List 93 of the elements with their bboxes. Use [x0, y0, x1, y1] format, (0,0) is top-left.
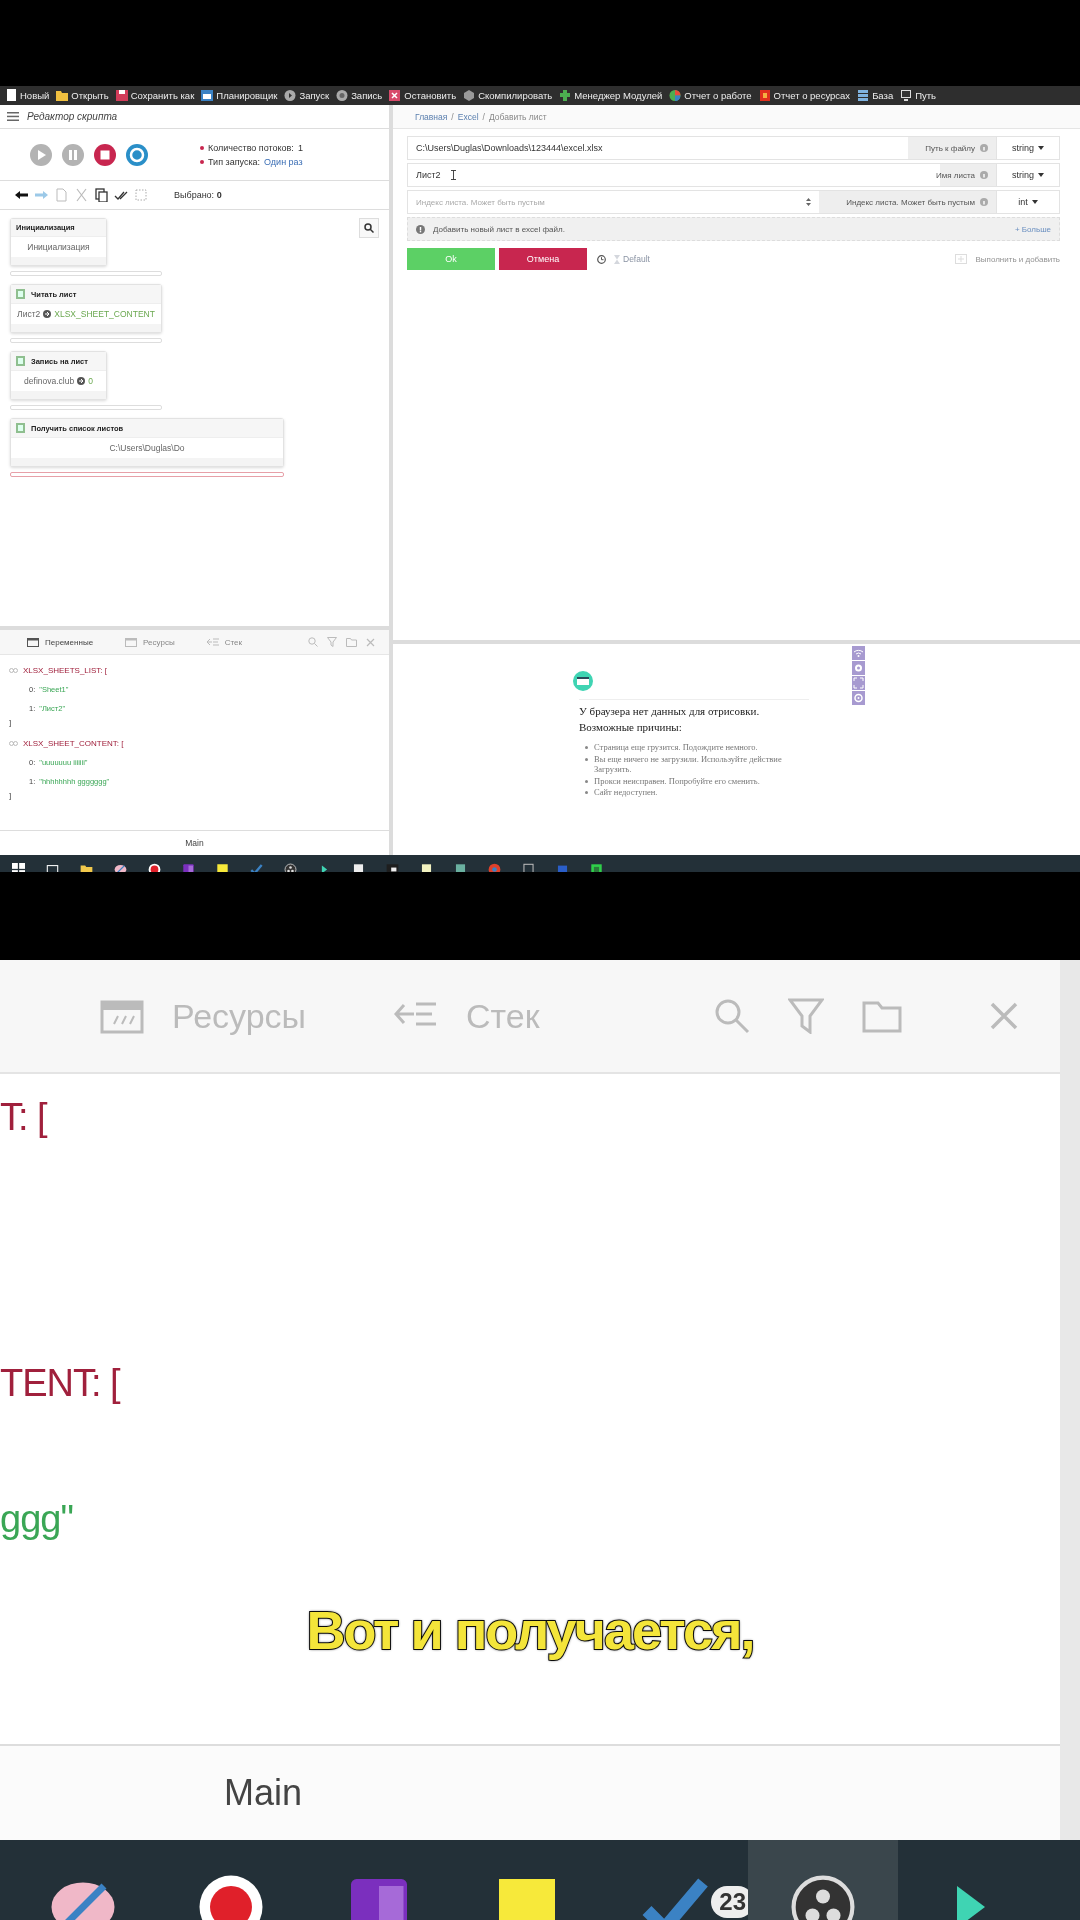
bullet-icon: [585, 779, 588, 783]
database-icon: [857, 89, 870, 102]
closing-bracket: ]: [9, 791, 13, 802]
record-icon: [853, 662, 864, 674]
cube-icon: [463, 89, 476, 102]
breadcrumb-link[interactable]: Excel: [457, 111, 479, 122]
breadcrumb-current: Добавить лист: [488, 111, 547, 122]
toolbar-button[interactable]: Скомпилировать: [463, 89, 553, 102]
document-icon: [5, 89, 17, 102]
fullscreen-icon: [853, 677, 864, 689]
pause-button-icon[interactable]: [62, 143, 84, 166]
folder-icon: [56, 89, 69, 102]
info-text: Добавить новый лист в excel файл.: [433, 224, 565, 234]
toolbar-button[interactable]: Отчет о работе: [669, 89, 752, 102]
arrow-circle-icon: [77, 377, 86, 385]
subtitle-caption: Вот и получается,: [305, 1599, 755, 1661]
side-tool-button[interactable]: [852, 661, 865, 675]
bullet-icon: [200, 145, 204, 150]
toolbar-button[interactable]: Открыть: [56, 89, 109, 102]
bullet-icon: [585, 791, 588, 794]
message-subtitle: Возможные причины:: [579, 721, 683, 733]
menu-icon[interactable]: [7, 112, 19, 121]
side-tool-button[interactable]: [852, 691, 865, 705]
toolbar-button[interactable]: Путь: [900, 89, 937, 102]
record-icon: [336, 89, 349, 102]
undo-icon[interactable]: [14, 188, 28, 202]
toolbar-button[interactable]: База: [857, 89, 894, 102]
arrow-circle-icon: [43, 310, 52, 318]
item-value: ggg": [0, 1498, 73, 1541]
node-text: C:\Users\Duglas\Do: [109, 443, 185, 453]
breadcrumb-separator: /: [451, 111, 454, 122]
stat-label: Количество потоков:: [208, 142, 294, 153]
puzzle-icon: [559, 89, 572, 102]
stop-button-icon[interactable]: [94, 143, 116, 166]
play-button-icon[interactable]: [30, 143, 52, 166]
reason-text: Страница еще грузится. Подождите немного.: [594, 742, 758, 753]
bullet-icon: [200, 159, 204, 164]
node-text: Инициализация: [27, 242, 90, 252]
monitor-icon: [900, 89, 913, 102]
bullet-icon: [585, 757, 588, 761]
play-icon: [284, 89, 297, 102]
reason-text: Сайт недоступен.: [594, 787, 658, 798]
toolbar-button[interactable]: Новый: [5, 89, 50, 102]
pie-chart-icon: [669, 89, 682, 102]
variable-name: XLSX_SHEETS_LIST: [: [23, 666, 108, 675]
variable-name: TENT: [: [0, 1362, 120, 1405]
toolbar-button[interactable]: Сохранить как: [115, 89, 195, 102]
closing-bracket: ]: [9, 718, 13, 729]
toolbar-button[interactable]: Запись: [336, 89, 383, 102]
stat-value: 1: [297, 142, 303, 153]
settings-icon: [853, 692, 864, 704]
toolbar-button[interactable]: Остановить: [389, 89, 457, 102]
clock-icon[interactable]: [597, 254, 606, 264]
stat-label: Тип запуска:: [208, 156, 261, 167]
node-variable-text: 0: [88, 376, 93, 386]
reason-text: Вы еще ничего не загрузили. Используйте действие Загрузить.: [594, 753, 783, 775]
reload-button-icon[interactable]: [126, 143, 148, 166]
variable-name: XLSX_SHEET_CONTENT: [: [23, 739, 124, 748]
panel-tab[interactable]: Стек: [206, 636, 242, 648]
stop-icon: [389, 89, 402, 102]
node-text: Лист2: [17, 309, 41, 319]
breadcrumb-link[interactable]: Главная: [415, 111, 448, 122]
info-icon: [416, 224, 425, 234]
paste-icon[interactable]: [94, 188, 108, 202]
cancel-button[interactable]: Отмена: [499, 248, 587, 270]
footer-tab[interactable]: Main: [224, 1772, 303, 1814]
toolbar-button[interactable]: Планировщик: [201, 89, 278, 102]
sheet-icon: [16, 289, 25, 299]
toolbar-button[interactable]: Отчет о ресурсах: [758, 89, 851, 102]
panel-title: Редактор скрипта: [27, 111, 118, 122]
stack-icon: [206, 636, 219, 648]
sheet-icon: [16, 356, 25, 366]
node-text: definova.club: [24, 376, 75, 386]
side-tool-button[interactable]: [852, 646, 865, 660]
bullet-icon: [585, 746, 588, 749]
node-variable-text: XLSX_SHEET_CONTENT: [54, 309, 155, 319]
search-button[interactable]: [359, 218, 379, 238]
stat-link[interactable]: Один раз: [264, 156, 303, 167]
panel-tab[interactable]: Ресурсы: [125, 636, 175, 648]
add-box-icon: [955, 254, 968, 264]
hourglass-icon: [614, 254, 620, 264]
search-icon: [364, 223, 374, 233]
variable-name: T: [: [0, 1096, 47, 1139]
breadcrumb-separator: /: [482, 111, 485, 122]
reason-text: Прокси неисправен. Попробуйте его сменить.: [594, 775, 760, 786]
selected-count: Выбрано: 0: [174, 190, 222, 200]
panel-tab[interactable]: Переменные: [27, 636, 94, 648]
sheet-icon: [16, 423, 25, 433]
toolbar-button[interactable]: Менеджер Модулей: [559, 89, 663, 102]
message-title: У браузера нет данных для отрисовки.: [579, 705, 761, 717]
toolbar-button[interactable]: Запуск: [284, 89, 330, 102]
wifi-icon: [853, 647, 864, 659]
report-icon: [758, 89, 771, 102]
